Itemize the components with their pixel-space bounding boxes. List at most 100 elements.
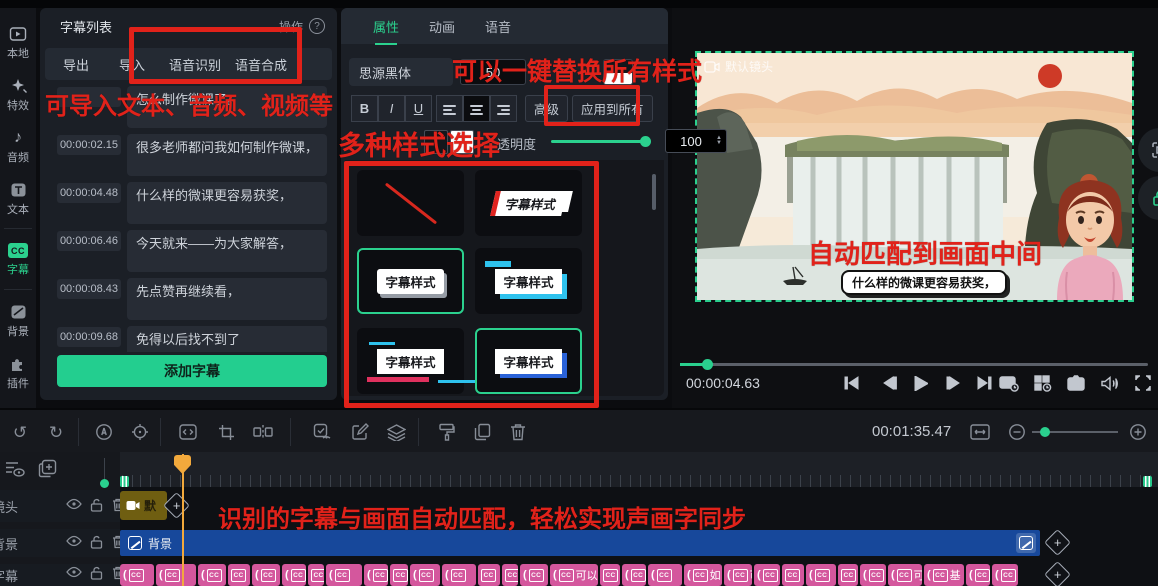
skip-start-button[interactable]	[838, 372, 864, 394]
tab-animation[interactable]: 动画	[429, 17, 455, 36]
font-color-picker[interactable]	[603, 59, 633, 85]
redo-button[interactable]: ↻	[44, 421, 68, 443]
align-right-button[interactable]	[490, 95, 517, 122]
clip-handle-icon[interactable]: (	[123, 569, 127, 581]
stepper-down-icon[interactable]: ▼	[716, 140, 722, 146]
subtitle-clip[interactable]: ( CC	[520, 564, 548, 586]
subtitle-style-tile[interactable]: 字幕样式	[475, 248, 582, 314]
select-check-button[interactable]	[310, 421, 334, 443]
lock-toggle[interactable]	[90, 535, 106, 551]
background-clip[interactable]: 背景	[120, 530, 1040, 556]
align-left-button[interactable]	[436, 95, 463, 122]
subtitle-text[interactable]: 今天就来——为大家解答，	[127, 230, 327, 272]
clip-handle-icon[interactable]: (	[625, 569, 629, 581]
subtitle-row[interactable]: 00:00:02.15 很多老师都问我如何制作微课，	[57, 134, 327, 176]
fullscreen-button[interactable]	[1130, 372, 1156, 394]
subtitle-clip[interactable]: ( CC	[648, 564, 682, 586]
subtitle-clip[interactable]: ( CC	[364, 564, 388, 586]
stroke-color-swatch[interactable]	[424, 130, 448, 154]
align-center-button[interactable]	[463, 95, 490, 122]
subtitle-row[interactable]: 00:00:06.46 今天就来——为大家解答，	[57, 230, 327, 272]
eye-toggle[interactable]	[66, 498, 82, 514]
track-body-camera[interactable]: 默 +	[120, 490, 1158, 522]
subtitle-text[interactable]: 怎么制作微课了。	[127, 86, 327, 128]
sidebar-item-plugin[interactable]: 插件	[0, 350, 36, 396]
add-track-button[interactable]	[38, 459, 58, 479]
subtitle-clip[interactable]: ( CC	[228, 564, 250, 586]
subtitle-style-tile-selected[interactable]: 字幕样式	[475, 328, 582, 394]
clip-handle-icon[interactable]: (	[969, 569, 973, 581]
clip-handle-icon[interactable]: (	[445, 569, 449, 581]
timeline-zoom-slider[interactable]	[1032, 427, 1118, 437]
clip-handle-icon[interactable]: (	[255, 569, 259, 581]
fit-timeline-button[interactable]	[968, 421, 992, 443]
keyframe-diamond[interactable]: +	[163, 492, 190, 519]
subtitle-clip[interactable]: ( CC	[326, 564, 362, 586]
brush-button[interactable]	[434, 421, 458, 443]
subtitle-clip[interactable]: ( CC	[156, 564, 196, 586]
subtitle-clip[interactable]: ( CC	[442, 564, 476, 586]
subtitle-clip[interactable]: ( CC	[806, 564, 836, 586]
opacity-slider-knob[interactable]	[640, 136, 651, 147]
subtitle-text[interactable]: 很多老师都问我如何制作微课，	[127, 134, 327, 176]
track-manager-button[interactable]	[5, 460, 25, 480]
subtitle-style-tile[interactable]: 字幕样式	[357, 328, 464, 394]
clip-handle-icon[interactable]: (	[891, 569, 895, 581]
loop-start-marker[interactable]	[120, 476, 129, 487]
subtitle-row[interactable]: 00:00:08.43 先点赞再继续看，	[57, 278, 327, 320]
camera-clip[interactable]: 默	[120, 491, 167, 520]
progress-knob[interactable]	[702, 359, 713, 370]
annotate-button[interactable]	[92, 421, 116, 443]
underline-button[interactable]: U	[405, 95, 432, 122]
clip-handle-icon[interactable]: (	[201, 569, 205, 581]
subtitle-style-tile[interactable]: 字幕样式	[475, 170, 582, 236]
subtitle-text[interactable]: 先点赞再继续看，	[127, 278, 327, 320]
sidebar-item-background[interactable]: 背景	[0, 298, 36, 344]
target-button[interactable]	[128, 421, 152, 443]
clip-handle-icon[interactable]: (	[687, 569, 691, 581]
eye-toggle[interactable]	[66, 535, 82, 551]
subtitle-clip[interactable]: ( CC	[410, 564, 440, 586]
delete-button[interactable]	[506, 421, 530, 443]
loop-end-marker[interactable]	[1143, 476, 1152, 487]
tab-voice[interactable]: 语音	[485, 17, 511, 36]
import-button[interactable]: 导入	[119, 55, 145, 74]
skip-end-button[interactable]	[971, 372, 997, 394]
lock-toggle[interactable]	[90, 566, 106, 582]
speech-synthesis-button[interactable]: 语音合成	[235, 55, 287, 74]
sidebar-item-local[interactable]: 本地	[0, 20, 36, 66]
track-body-subtitle[interactable]: ( CC ( CC ( CC ( C	[120, 561, 1158, 586]
subtitle-clip[interactable]: ( CC	[992, 564, 1018, 586]
subtitle-clip[interactable]: ( CC	[860, 564, 886, 586]
crop-button[interactable]	[214, 421, 238, 443]
subtitle-clip[interactable]: ( CC	[120, 564, 154, 586]
operation-label[interactable]: 操作	[279, 18, 303, 35]
subtitle-row[interactable]: 00:00:09.68 免得以后找不到了	[57, 326, 327, 352]
sidebar-item-subtitle[interactable]: CC 字幕	[0, 237, 36, 283]
italic-button[interactable]: I	[378, 95, 405, 122]
subtitle-clip[interactable]: ( CC 如	[684, 564, 722, 586]
clip-handle-icon[interactable]: (	[727, 569, 731, 581]
subtitle-clip[interactable]: ( CC 可	[888, 564, 922, 586]
style-scrollbar[interactable]	[652, 174, 656, 210]
clip-handle-icon[interactable]: (	[159, 569, 163, 581]
split-button[interactable]	[251, 421, 275, 443]
subtitle-overlay[interactable]: 什么样的微课更容易获奖，	[841, 270, 1008, 295]
clip-handle-icon[interactable]: (	[995, 569, 999, 581]
copy-button[interactable]	[470, 421, 494, 443]
zoom-slider-knob[interactable]	[1040, 427, 1050, 437]
subtitle-clip[interactable]: ( CC	[966, 564, 990, 586]
opacity-slider[interactable]	[551, 136, 651, 147]
playhead-line[interactable]	[182, 454, 184, 586]
subtitle-clip[interactable]: ( CC	[282, 564, 306, 586]
opacity-value-stepper[interactable]: 100 ▲ ▼	[665, 129, 727, 153]
edit-button[interactable]	[348, 421, 372, 443]
subtitle-clip[interactable]: ( CC	[838, 564, 858, 586]
add-subtitle-button[interactable]: 添加字幕	[57, 355, 327, 387]
subtitle-style-tile-none[interactable]	[357, 170, 464, 236]
subtitle-clip[interactable]: ( CC	[252, 564, 280, 586]
playback-progress[interactable]	[680, 359, 1148, 370]
keyframe-diamond[interactable]: +	[1044, 561, 1071, 586]
subtitle-clip[interactable]: ( CC	[782, 564, 804, 586]
tab-properties[interactable]: 属性	[373, 17, 399, 45]
